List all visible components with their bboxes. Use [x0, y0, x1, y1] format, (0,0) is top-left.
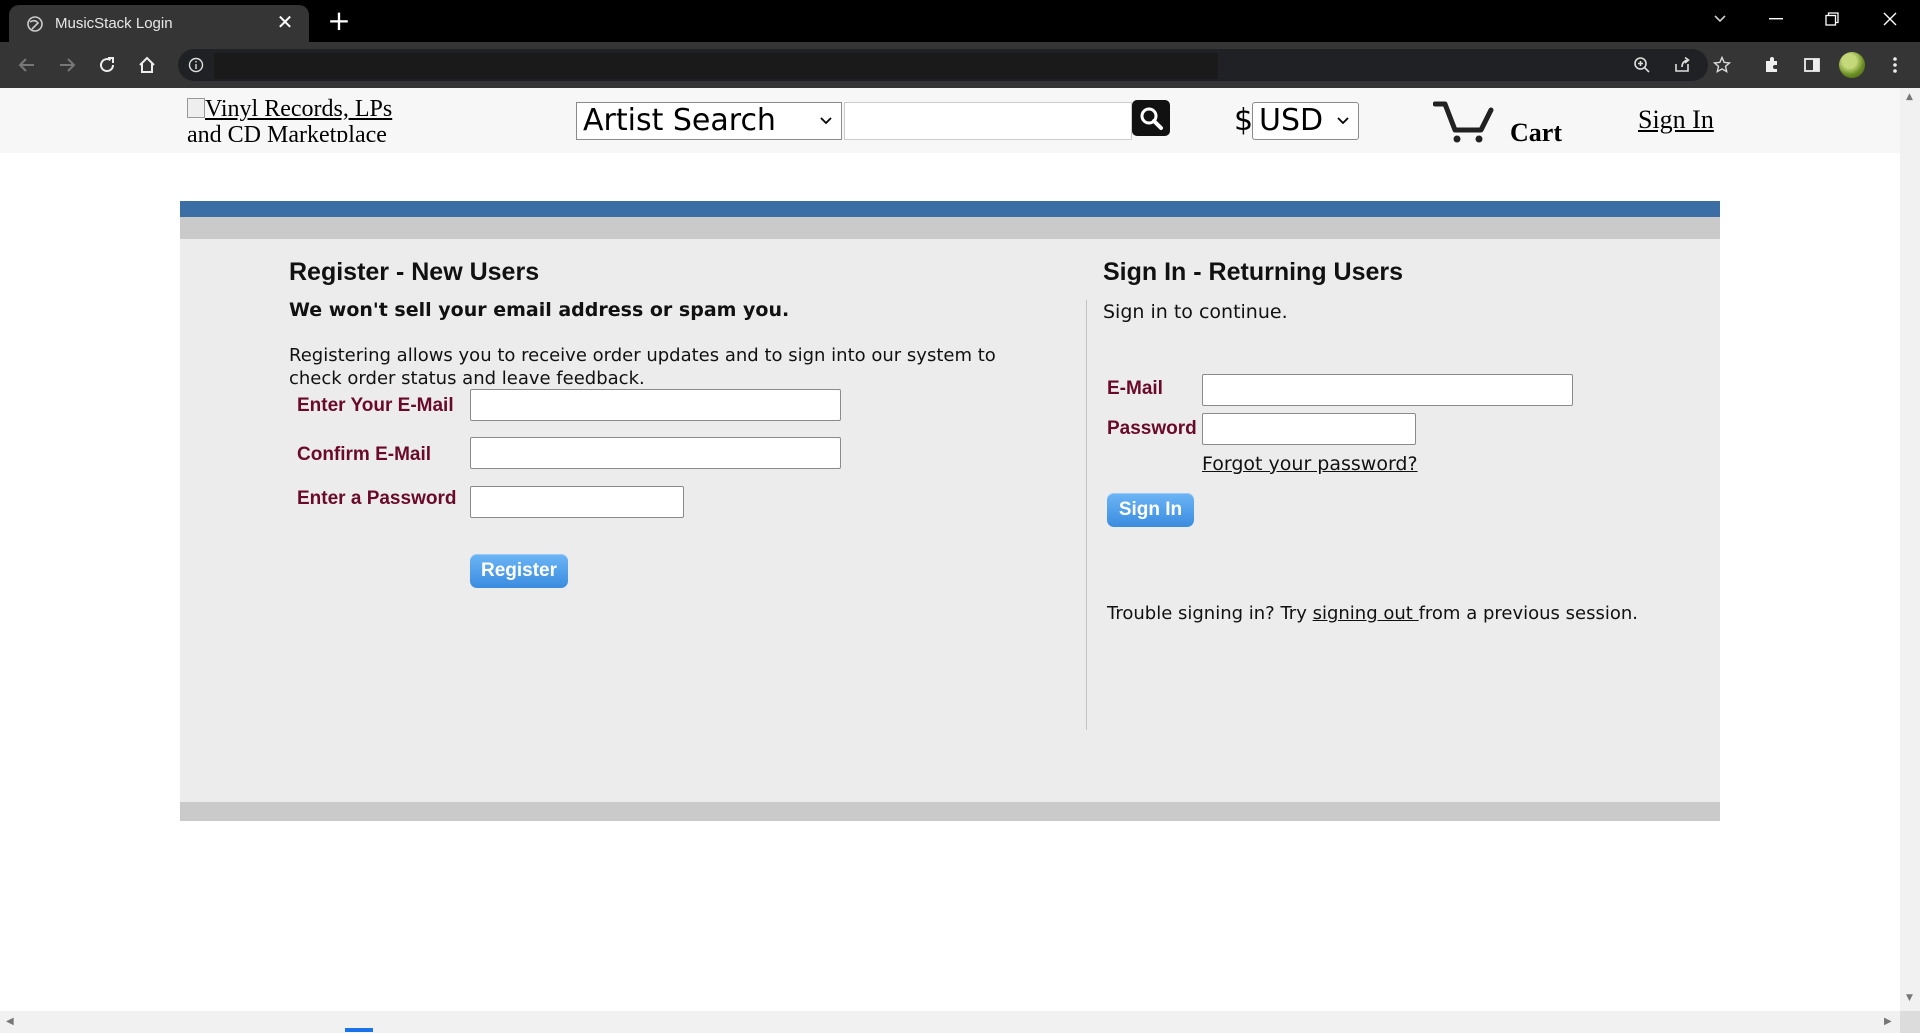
new-tab-button[interactable]: + [324, 6, 354, 36]
register-password-input[interactable] [470, 486, 684, 518]
register-subheading: We won't sell your email address or spam… [289, 299, 790, 321]
tab-title: MusicStack Login [55, 15, 173, 32]
page-viewport: Vinyl Records, LPs and CD Marketplace Ar… [0, 88, 1900, 1011]
register-description: Registering allows you to receive order … [289, 345, 996, 389]
trouble-suffix: from a previous session. [1418, 603, 1638, 624]
logo-alt-text-line2[interactable]: and CD Marketplace [187, 122, 387, 142]
site-info-icon[interactable] [188, 57, 204, 73]
scrollbar-thumb[interactable] [345, 1028, 373, 1032]
cart-label[interactable]: Cart [1510, 118, 1562, 148]
chevron-down-icon [1336, 103, 1350, 152]
vertical-scrollbar[interactable]: ▲ ▼ [1900, 88, 1920, 1011]
register-email-label: Enter Your E-Mail [297, 395, 454, 416]
signin-subheading: Sign in to continue. [1103, 301, 1288, 323]
minimize-icon[interactable] [1748, 0, 1804, 38]
forward-arrow-icon[interactable] [50, 48, 84, 82]
panel-top-bar [180, 201, 1720, 217]
url-input[interactable] [214, 53, 1218, 79]
kebab-menu-icon[interactable] [1878, 48, 1912, 82]
header-signin-link[interactable]: Sign In [1638, 105, 1714, 135]
scroll-right-icon[interactable]: ▶ [1884, 1016, 1892, 1027]
signin-password-label: Password [1107, 418, 1197, 439]
bookmark-star-icon[interactable] [1705, 48, 1739, 82]
scroll-left-icon[interactable]: ◀ [6, 1016, 14, 1027]
browser-toolbar [0, 42, 1920, 88]
panel-bottom-bar [180, 802, 1720, 821]
scrollbar-corner [1900, 1011, 1920, 1033]
confirm-email-label: Confirm E-Mail [297, 444, 432, 465]
close-tab-icon[interactable]: ✕ [273, 10, 297, 34]
search-type-value: Artist Search [583, 103, 776, 138]
column-divider [1086, 300, 1087, 730]
currency-select[interactable]: USD [1252, 102, 1359, 140]
chevron-down-icon [819, 103, 833, 152]
signin-password-input[interactable] [1202, 413, 1416, 445]
register-heading: Register - New Users [289, 258, 540, 286]
trouble-signing-text: Trouble signing in? Try signing out from… [1107, 603, 1638, 624]
signin-button[interactable]: Sign In [1107, 493, 1194, 527]
currency-symbol: $ [1234, 103, 1254, 138]
register-email-input[interactable] [470, 389, 841, 421]
login-panel: Register - New Users We won't sell your … [180, 201, 1720, 821]
browser-tab-bar: MusicStack Login ✕ + [0, 0, 1920, 42]
trouble-prefix: Trouble signing in? Try [1107, 603, 1307, 624]
site-logo[interactable]: Vinyl Records, LPs and CD Marketplace [187, 96, 412, 142]
search-icon [1140, 107, 1163, 130]
reload-icon[interactable] [90, 48, 124, 82]
currency-value: USD [1259, 103, 1324, 138]
search-button[interactable] [1132, 100, 1170, 136]
share-icon[interactable] [1665, 48, 1699, 82]
confirm-email-input[interactable] [470, 437, 841, 469]
extensions-icon[interactable] [1755, 48, 1789, 82]
horizontal-scrollbar[interactable]: ◀ ▶ [0, 1011, 1900, 1033]
forgot-password-link[interactable]: Forgot your password? [1202, 453, 1418, 475]
profile-avatar[interactable] [1839, 52, 1865, 78]
signin-email-label: E-Mail [1107, 378, 1163, 399]
home-icon[interactable] [130, 48, 164, 82]
logo-alt-text-line1[interactable]: Vinyl Records, LPs [205, 96, 392, 122]
cart-icon[interactable] [1433, 100, 1495, 144]
back-arrow-icon[interactable] [10, 48, 44, 82]
search-input[interactable] [844, 102, 1132, 140]
signin-heading: Sign In - Returning Users [1103, 258, 1404, 286]
signin-email-input[interactable] [1202, 374, 1573, 406]
register-password-label: Enter a Password [297, 488, 457, 509]
site-header: Vinyl Records, LPs and CD Marketplace Ar… [0, 88, 1900, 153]
globe-icon [27, 16, 43, 32]
broken-image-icon [187, 98, 205, 118]
panel-grey-bar [180, 217, 1720, 239]
close-window-icon[interactable] [1862, 0, 1918, 38]
register-button[interactable]: Register [470, 554, 568, 588]
restore-icon[interactable] [1804, 0, 1860, 38]
search-type-select[interactable]: Artist Search [576, 102, 842, 140]
address-bar[interactable] [178, 49, 1708, 81]
scroll-up-icon[interactable]: ▲ [1906, 92, 1913, 102]
tab-search-icon[interactable] [1692, 0, 1748, 38]
browser-tab[interactable]: MusicStack Login ✕ [9, 5, 309, 42]
zoom-icon[interactable] [1625, 48, 1659, 82]
scroll-down-icon[interactable]: ▼ [1906, 993, 1913, 1003]
side-panel-icon[interactable] [1795, 48, 1829, 82]
signing-out-link[interactable]: signing out [1313, 603, 1419, 624]
